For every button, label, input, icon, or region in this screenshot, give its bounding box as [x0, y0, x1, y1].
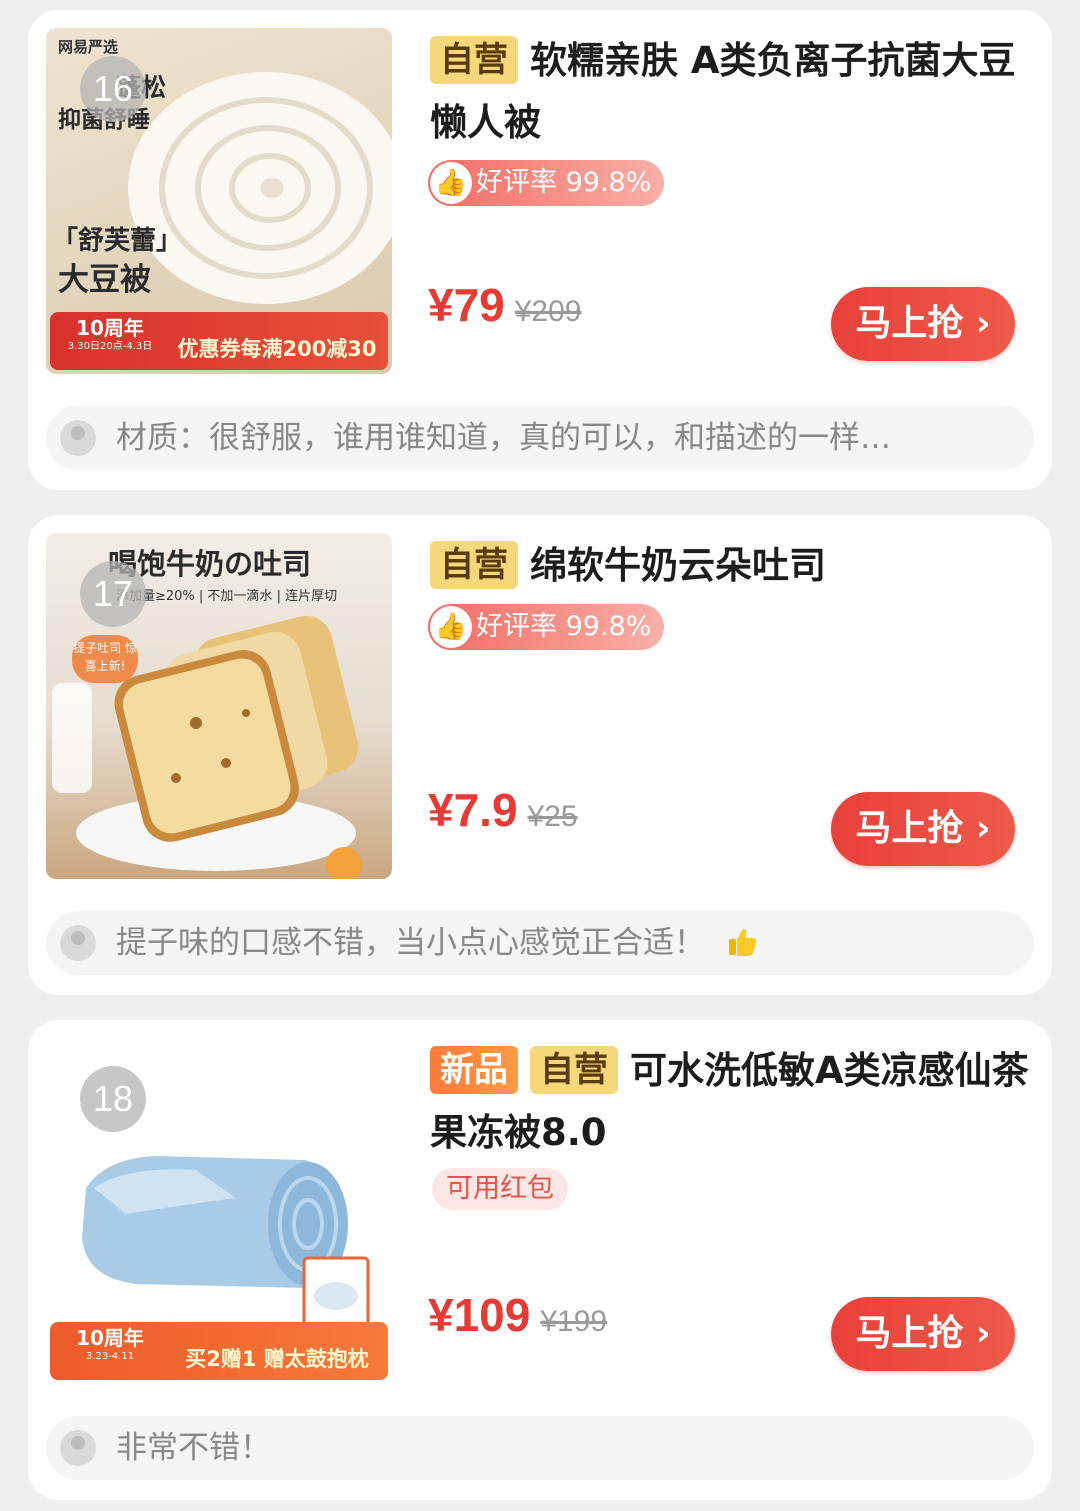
price: ¥79 ¥209 — [428, 279, 582, 331]
promo-banner: 10周年 3.23-4.11 买2赠1 赠太鼓抱枕 — [50, 1322, 388, 1380]
price: ¥109 ¥199 — [428, 1289, 608, 1341]
product-title[interactable]: 新品 自营 可水洗低敏A类凉感仙茶果冻被8.0 — [430, 1040, 1030, 1164]
product-card[interactable]: 17 喝饱牛奶の吐司 添加量≥20% | 不加一滴水 | 连片厚切 提子吐司 惊… — [28, 515, 1052, 995]
product-title[interactable]: 自营 软糯亲肤 A类负离子抗菌大豆懒人被 — [430, 30, 1030, 154]
promo-banner: 10周年 3.30日20点-4.3日 优惠券每满200减30 — [50, 312, 388, 370]
review-snippet[interactable]: 非常不错！ — [46, 1416, 1034, 1480]
product-image[interactable]: 17 喝饱牛奶の吐司 添加量≥20% | 不加一滴水 | 连片厚切 提子吐司 惊… — [46, 533, 392, 879]
product-title[interactable]: 自营 绵软牛奶云朵吐司 — [430, 535, 1030, 597]
tag-new-product: 新品 — [430, 1046, 518, 1094]
buy-now-button[interactable]: 马上抢 › — [831, 287, 1015, 361]
price: ¥7.9 ¥25 — [428, 784, 578, 836]
rank-badge: 18 — [80, 1066, 146, 1132]
avatar-icon — [60, 925, 96, 961]
image-caption: 「舒芙蕾」 — [52, 226, 183, 256]
product-card[interactable]: 18 10周年 3.23-4.11 买2赠1 赠太鼓抱枕 新品 自营 可水洗低敏A类凉… — [28, 1020, 1052, 1500]
thumbs-up-emoji-icon — [729, 928, 757, 956]
review-snippet[interactable]: 材质：很舒服，谁用谁知道，真的可以，和描述的一样… — [46, 406, 1034, 470]
thumb-up-icon: 👍 — [430, 606, 472, 648]
tag-self-operated: 自营 — [430, 36, 518, 84]
buy-now-button[interactable]: 马上抢 › — [831, 1297, 1015, 1371]
review-snippet[interactable]: 提子味的口感不错，当小点心感觉正合适！ — [46, 911, 1034, 975]
avatar-icon — [60, 420, 96, 456]
rating-badge: 👍 好评率 99.8% — [428, 160, 664, 206]
rank-badge: 17 — [80, 561, 146, 627]
rank-badge: 16 — [80, 56, 146, 122]
tag-self-operated: 自营 — [530, 1046, 618, 1094]
coupon-badge: 可用红包 — [432, 1168, 568, 1210]
thumb-up-icon: 👍 — [430, 162, 472, 204]
product-card[interactable]: 16 网易严选 蓬松 抑菌舒睡 「舒芙蕾」 大豆被 10周年3.30日20点-4… — [28, 10, 1052, 490]
image-caption: 大豆被 — [58, 262, 151, 298]
avatar-icon — [60, 1430, 96, 1466]
product-image[interactable]: 18 10周年 3.23-4.11 买2赠1 赠太鼓抱枕 — [46, 1038, 392, 1384]
buy-now-button[interactable]: 马上抢 › — [831, 792, 1015, 866]
product-image[interactable]: 16 网易严选 蓬松 抑菌舒睡 「舒芙蕾」 大豆被 10周年3.30日20点-4… — [46, 28, 392, 374]
tag-self-operated: 自营 — [430, 541, 518, 589]
rating-badge: 👍 好评率 99.8% — [428, 604, 664, 650]
